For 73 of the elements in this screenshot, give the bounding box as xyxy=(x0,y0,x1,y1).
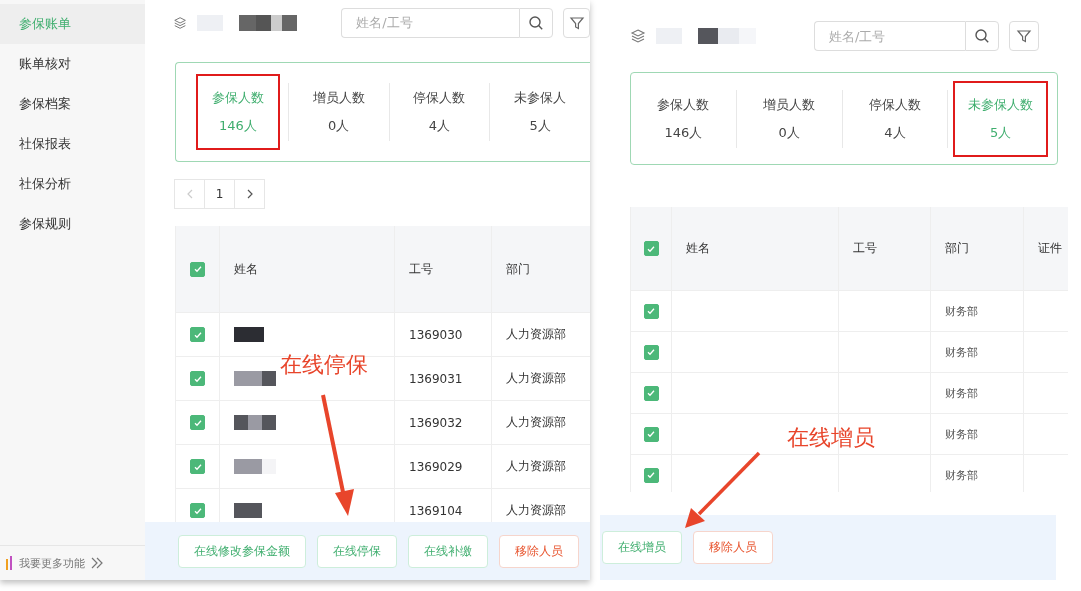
redacted-name xyxy=(234,503,262,518)
check-icon xyxy=(645,387,657,399)
filter-icon xyxy=(1016,28,1032,44)
column-header: 部门 xyxy=(492,226,590,312)
search-field[interactable]: 姓名/工号 xyxy=(814,21,965,51)
stat-tab[interactable]: 增员人数 0人 xyxy=(296,74,381,150)
column-header: 证件 xyxy=(1024,207,1068,290)
check-icon xyxy=(645,346,657,358)
action-button[interactable]: 移除人员 xyxy=(499,534,579,568)
table-cell: 财务部 xyxy=(931,372,1024,413)
bar-chart-icon xyxy=(6,556,14,570)
checkbox[interactable] xyxy=(643,344,659,360)
checkbox[interactable] xyxy=(190,327,205,342)
checkbox[interactable] xyxy=(643,241,659,256)
table-cell: 财务部 xyxy=(931,290,1024,331)
sidebar-item[interactable]: 参保规则 xyxy=(0,204,145,244)
checkbox[interactable] xyxy=(643,426,659,442)
layers-icon xyxy=(173,14,188,31)
stat-tab[interactable]: 未参保人 5人 xyxy=(498,74,582,150)
double-chevron-icon xyxy=(90,557,104,569)
checkbox[interactable] xyxy=(190,371,205,386)
annotation-text: 在线停保 xyxy=(280,351,368,379)
column-header: 部门 xyxy=(931,207,1024,290)
table-cell: 财务部 xyxy=(931,454,1024,492)
checkbox[interactable] xyxy=(643,467,659,483)
table-cell: 1369030 xyxy=(395,312,492,356)
sidebar-item[interactable]: 社保报表 xyxy=(0,124,145,164)
check-icon xyxy=(645,305,657,317)
chevron-right-icon xyxy=(245,189,254,199)
table-cell: 1369032 xyxy=(395,400,492,444)
table-cell: 1369029 xyxy=(395,444,492,488)
checkbox[interactable] xyxy=(190,503,205,518)
search-icon xyxy=(528,14,545,31)
redacted-name xyxy=(234,415,276,430)
next-page-button[interactable] xyxy=(234,179,265,209)
filter-icon xyxy=(568,14,585,31)
filter-button[interactable] xyxy=(563,7,590,38)
column-header: 工号 xyxy=(395,226,492,312)
checkbox[interactable] xyxy=(190,261,205,277)
redacted-name xyxy=(234,459,276,474)
more-features-link[interactable]: 我要更多功能 xyxy=(19,555,85,571)
search-field[interactable]: 姓名/工号 xyxy=(341,7,520,38)
sidebar-item[interactable]: 社保分析 xyxy=(0,164,145,204)
checkbox[interactable] xyxy=(643,385,659,401)
search-icon xyxy=(974,28,990,44)
sidebar-item[interactable]: 账单核对 xyxy=(0,44,145,84)
chevron-left-icon xyxy=(185,189,194,199)
column-header: 工号 xyxy=(839,207,931,290)
page-number[interactable]: 1 xyxy=(204,179,235,209)
column-header: 姓名 xyxy=(220,226,395,312)
previous-page-button[interactable] xyxy=(174,179,205,209)
check-icon xyxy=(645,469,657,481)
action-button[interactable]: 移除人员 xyxy=(693,531,773,564)
redacted-name xyxy=(234,327,264,342)
checkbox[interactable] xyxy=(190,415,205,430)
search-button[interactable] xyxy=(965,21,999,51)
stat-tab[interactable]: 停保人数 4人 xyxy=(397,74,482,150)
table-cell: 1369031 xyxy=(395,356,492,400)
search-button[interactable] xyxy=(519,7,554,38)
stat-tab[interactable]: 增员人数 0人 xyxy=(741,80,837,157)
stat-tab[interactable]: 参保人数 146人 xyxy=(636,80,731,157)
filter-button[interactable] xyxy=(1009,21,1039,51)
checkbox[interactable] xyxy=(643,303,659,319)
sidebar-item[interactable]: 参保档案 xyxy=(0,84,145,124)
stat-tab[interactable]: 停保人数 4人 xyxy=(847,80,943,157)
layers-icon xyxy=(630,28,646,44)
checkbox[interactable] xyxy=(190,459,205,474)
redacted-name xyxy=(234,371,276,386)
check-icon xyxy=(645,428,657,440)
annotation-text: 在线增员 xyxy=(787,424,875,452)
table-cell: 财务部 xyxy=(931,331,1024,372)
table-cell: 财务部 xyxy=(931,413,1024,454)
column-header: 姓名 xyxy=(672,207,839,290)
